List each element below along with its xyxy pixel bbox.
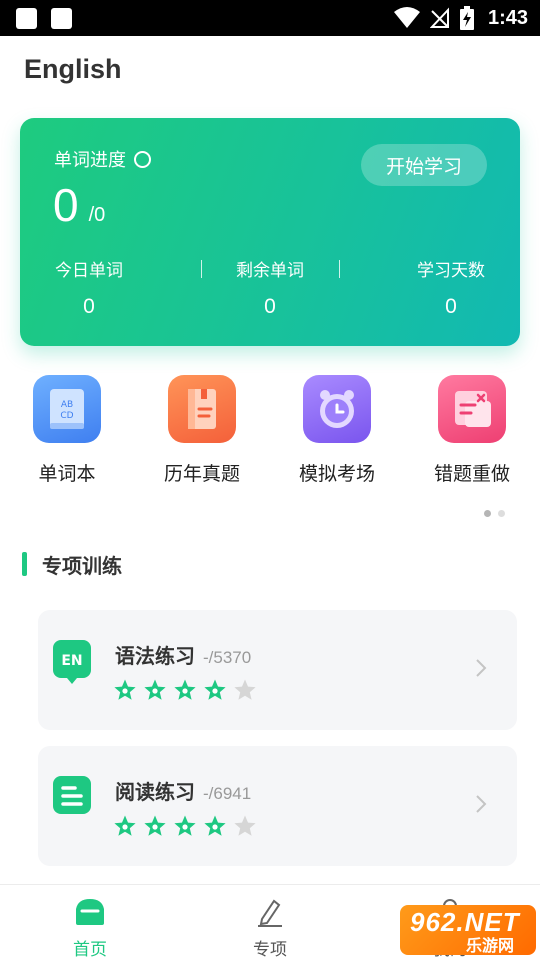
notification-square-icon <box>51 8 72 29</box>
en-badge-icon: EN <box>53 640 91 684</box>
star-filled-icon <box>114 679 136 700</box>
abc-book-icon: AB CD <box>33 375 101 443</box>
battery-charging-icon <box>459 6 474 30</box>
pager-dot-active[interactable] <box>484 510 491 517</box>
item-title: 阅读练习 <box>115 780 195 804</box>
section-accent-bar <box>22 552 27 576</box>
star-filled-icon <box>174 679 196 700</box>
star-filled-icon <box>174 815 196 836</box>
document-icon <box>53 776 91 814</box>
nav-special-label: 专项 <box>253 940 287 960</box>
stat-value: 0 <box>83 295 95 318</box>
page-title: English <box>24 54 122 84</box>
star-filled-icon <box>144 815 166 836</box>
past-exams-label: 历年真题 <box>163 463 240 485</box>
star-filled-icon <box>204 815 226 836</box>
stat-value: 0 <box>445 295 457 318</box>
stat-study-days: 学习天数 0 <box>376 256 520 319</box>
progress-label: 单词进度 <box>54 150 126 171</box>
star-filled-icon <box>114 815 136 836</box>
carousel-pager[interactable] <box>484 510 505 517</box>
star-filled-icon <box>144 679 166 700</box>
vocabulary-book-label: 单词本 <box>38 463 96 485</box>
item-count: -/5370 <box>203 648 252 667</box>
stat-label: 今日单词 <box>55 261 123 281</box>
stat-label: 学习天数 <box>417 261 485 281</box>
learned-count: 0 <box>53 179 79 231</box>
mock-exam-entry[interactable]: 模拟考场 <box>277 375 397 486</box>
mistake-note-icon <box>438 375 506 443</box>
redo-mistakes-entry[interactable]: 错题重做 <box>412 375 532 486</box>
item-count: -/6941 <box>203 784 252 803</box>
progress-ring-icon[interactable] <box>134 150 151 168</box>
start-learning-button[interactable]: 开始学习 <box>361 144 487 186</box>
stat-divider <box>339 260 340 278</box>
word-progress-card: 单词进度 0 /0 开始学习 今日单词 0 剩余单词 0 学习天数 0 <box>20 118 520 346</box>
total-count: /0 <box>88 204 106 226</box>
progress-label-row: 单词进度 <box>54 146 151 172</box>
status-bar: 1:43 <box>0 0 540 36</box>
progress-count: 0 /0 <box>53 178 105 232</box>
reading-practice-item[interactable]: 阅读练习 -/6941 <box>38 746 517 866</box>
item-title-row: 语法练习 -/5370 <box>115 640 251 669</box>
item-title: 语法练习 <box>115 644 195 668</box>
nav-home[interactable]: 首页 <box>30 897 150 960</box>
chevron-right-icon <box>475 658 487 683</box>
star-empty-icon <box>234 679 256 700</box>
stat-remaining-words: 剩余单词 0 <box>195 256 345 319</box>
star-filled-icon <box>204 679 226 700</box>
nav-home-label: 首页 <box>73 940 107 960</box>
red-book-icon <box>168 375 236 443</box>
site-watermark-logo: 962.NET 乐游网 <box>400 905 536 955</box>
svg-text:AB: AB <box>61 400 73 410</box>
redo-mistakes-label: 错题重做 <box>433 463 510 485</box>
home-icon <box>76 899 104 925</box>
pencil-icon <box>258 899 282 927</box>
chevron-right-icon <box>475 794 487 819</box>
nav-special[interactable]: 专项 <box>210 897 330 960</box>
rating-stars <box>113 678 257 702</box>
stats-row: 今日单词 0 剩余单词 0 学习天数 0 <box>20 256 520 326</box>
mock-exam-label: 模拟考场 <box>298 463 375 485</box>
section-title: 专项训练 <box>42 554 122 578</box>
watermark-bottom-text: 乐游网 <box>466 936 515 955</box>
wifi-icon <box>393 7 420 28</box>
item-title-row: 阅读练习 -/6941 <box>115 776 251 805</box>
rating-stars <box>113 814 257 838</box>
en-badge-text: EN <box>61 653 82 669</box>
past-exams-entry[interactable]: 历年真题 <box>142 375 262 486</box>
alarm-clock-icon <box>303 375 371 443</box>
grammar-practice-item[interactable]: EN 语法练习 -/5370 <box>38 610 517 730</box>
pager-dot[interactable] <box>498 510 505 517</box>
stat-label: 剩余单词 <box>236 261 304 281</box>
star-empty-icon <box>234 815 256 836</box>
vocabulary-book-entry[interactable]: AB CD 单词本 <box>7 375 127 486</box>
stat-today-words: 今日单词 0 <box>20 256 164 319</box>
svg-text:CD: CD <box>60 411 73 421</box>
status-time: 1:43 <box>487 6 528 29</box>
notification-square-icon <box>16 8 37 29</box>
no-signal-icon <box>429 7 449 28</box>
stat-value: 0 <box>264 295 276 318</box>
